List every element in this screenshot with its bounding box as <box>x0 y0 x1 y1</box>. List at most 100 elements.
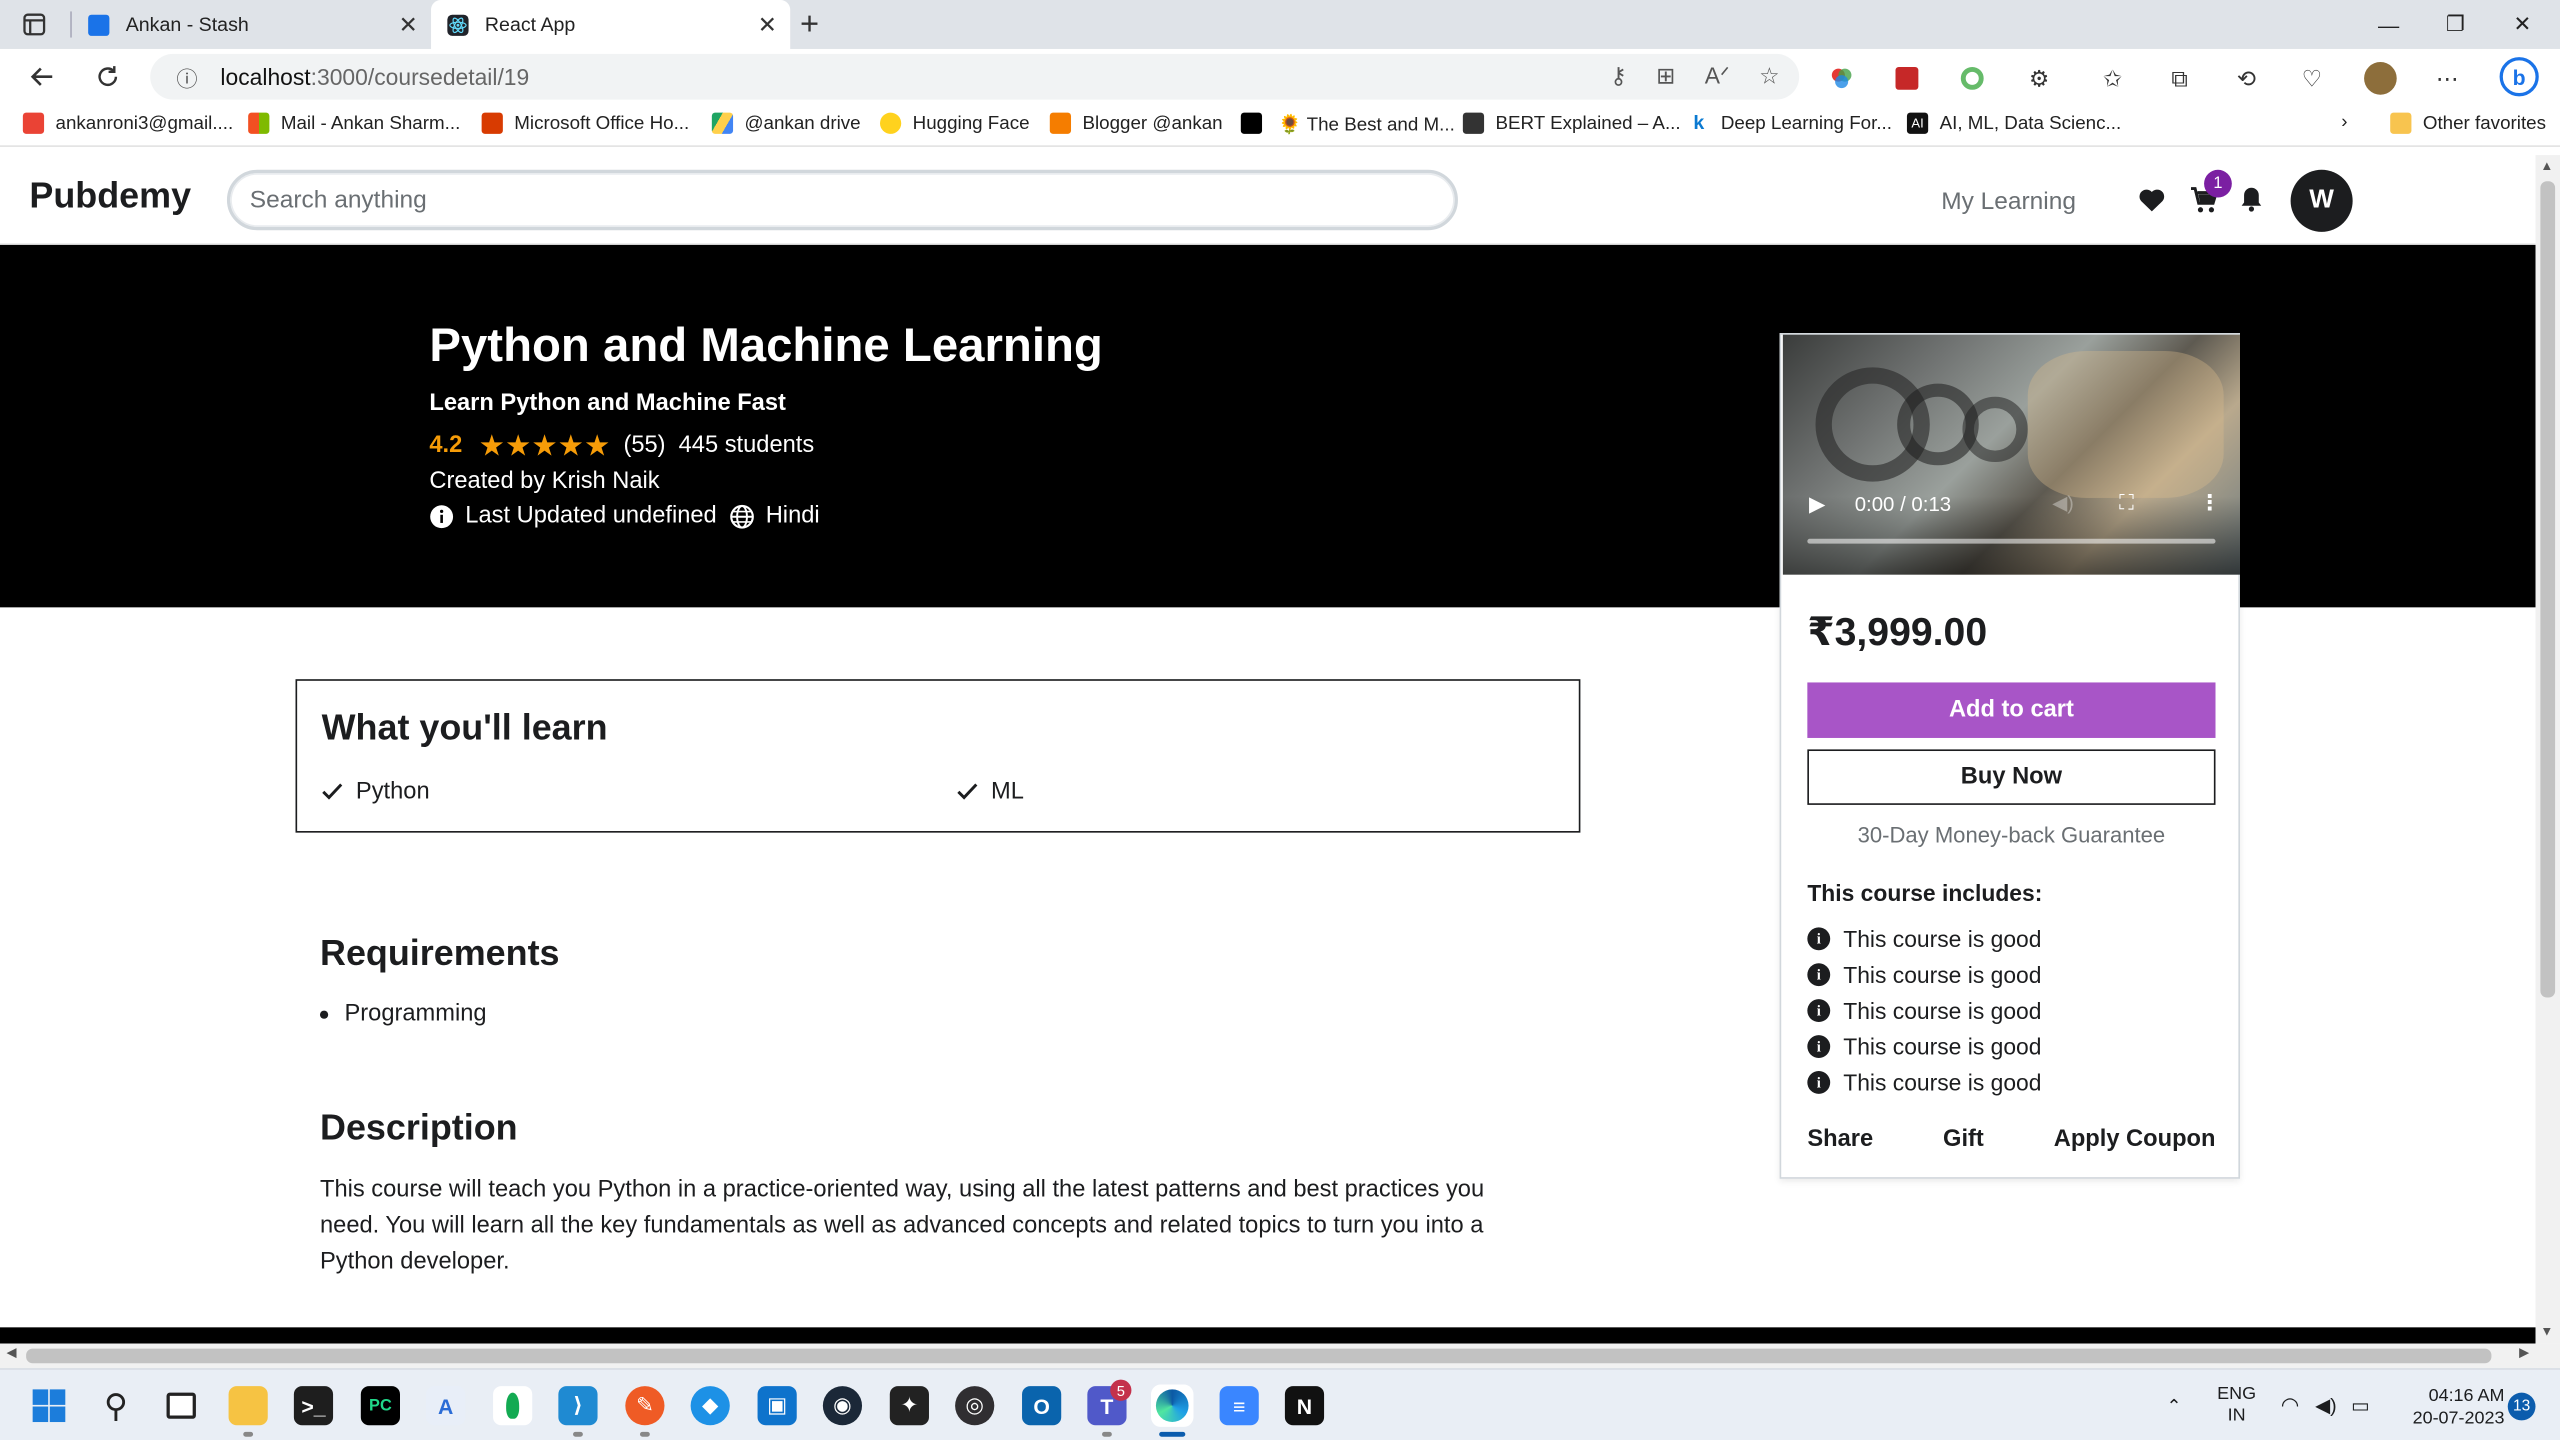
mongodb-icon[interactable] <box>493 1386 533 1426</box>
horizontal-scrollbar[interactable]: ◀ ▶ <box>0 1343 2560 1369</box>
vscode-icon[interactable]: ⟩ <box>558 1386 598 1426</box>
buy-now-button[interactable]: Buy Now <box>1807 749 2216 805</box>
clock[interactable]: 04:16 AM 20-07-2023 <box>2400 1384 2505 1430</box>
language-indicator[interactable]: ENG IN <box>2217 1370 2256 1440</box>
new-tab-icon[interactable]: + <box>800 7 819 45</box>
back-icon[interactable] <box>23 59 62 95</box>
search-icon[interactable]: ⚲ <box>96 1386 135 1425</box>
wifi-icon[interactable]: ◠ <box>2281 1370 2300 1440</box>
collections-icon[interactable]: ⧉ <box>2163 62 2196 95</box>
anaconda-icon[interactable]: A <box>426 1386 466 1426</box>
profile-avatar-icon[interactable] <box>2364 62 2397 95</box>
video-progress-bar[interactable] <box>1807 538 2216 544</box>
search-input[interactable]: Search anything <box>226 169 1458 231</box>
edge-icon[interactable] <box>1151 1384 1194 1427</box>
battery-icon[interactable]: ▭ <box>2351 1370 2370 1440</box>
favorite-ai-ml[interactable]: AI AI, ML, Data Scienc... <box>1906 112 2121 134</box>
info-icon: i <box>1807 1071 1831 1094</box>
close-tab-icon[interactable]: ✕ <box>395 11 421 39</box>
heart-icon[interactable] <box>2136 183 2169 216</box>
favorite-blogger[interactable]: Blogger @ankan <box>1049 112 1223 134</box>
minimize-icon[interactable]: — <box>2351 0 2426 49</box>
read-aloud-icon[interactable]: Aᐟ <box>1705 62 1730 90</box>
scroll-down-icon[interactable]: ▼ <box>2540 1324 2553 1339</box>
close-tab-icon[interactable]: ✕ <box>754 11 780 39</box>
refresh-icon[interactable] <box>88 59 127 95</box>
scroll-right-icon[interactable]: ▶ <box>2519 1345 2529 1360</box>
other-favorites[interactable]: Other favorites <box>2390 112 2546 134</box>
green-extension-icon[interactable] <box>1956 62 1989 95</box>
favorite-gmail[interactable]: ankanroni3@gmail.... <box>22 112 233 134</box>
more-menu-icon[interactable]: ⋯ <box>2431 62 2464 95</box>
terminal-icon[interactable]: >_ <box>293 1386 334 1426</box>
favorites-overflow-chevron-icon[interactable]: › <box>2341 113 2347 133</box>
vertical-scrollbar[interactable]: ▲ ▼ <box>2535 155 2560 1344</box>
site-info-icon[interactable]: ⓘ <box>176 61 197 92</box>
restore-icon[interactable]: ❐ <box>2418 0 2493 49</box>
file-explorer-icon[interactable] <box>228 1386 268 1426</box>
remote-desktop-icon[interactable]: ▣ <box>757 1386 797 1426</box>
favorite-office[interactable]: Microsoft Office Ho... <box>481 112 689 134</box>
volume-icon[interactable]: ◀) <box>2315 1370 2337 1440</box>
favorites-icon[interactable]: ✩ <box>2096 62 2129 95</box>
scrollbar-thumb[interactable] <box>26 1348 2492 1364</box>
site-header: Pubdemy Search anything My Learning 1 W <box>0 155 2536 245</box>
scrollbar-thumb[interactable] <box>2540 181 2556 998</box>
notification-badge[interactable]: 13 <box>2507 1392 2536 1421</box>
url-input[interactable]: ⓘ localhost:3000/coursedetail/19 ⚷ ⊞ Aᐟ … <box>150 53 1800 100</box>
close-window-icon[interactable]: ✕ <box>2485 0 2560 49</box>
favorite-mail[interactable]: Mail - Ankan Sharm... <box>248 112 460 134</box>
obs-icon[interactable]: ◎ <box>955 1386 995 1426</box>
tab-react-app[interactable]: React App ✕ <box>431 0 791 49</box>
favorite-medium[interactable] <box>1240 112 1274 134</box>
favorite-deep-learning[interactable]: k Deep Learning For... <box>1688 112 1892 134</box>
tray-overflow-icon[interactable]: ⌃ <box>2167 1370 2182 1440</box>
bing-copilot-icon[interactable]: b <box>2498 56 2540 98</box>
history-icon[interactable]: ⟲ <box>2230 62 2263 95</box>
favorite-bert[interactable]: BERT Explained – A... <box>1462 112 1681 134</box>
tab-ankan-stash[interactable]: Ankan - Stash ✕ <box>72 0 431 49</box>
pycharm-icon[interactable]: PC <box>360 1386 400 1426</box>
apps-icon[interactable]: ⊞ <box>1656 62 1675 90</box>
notion-icon[interactable]: N <box>1284 1386 1325 1426</box>
add-to-cart-button[interactable]: Add to cart <box>1807 682 2216 738</box>
preview-video[interactable]: ▶ 0:00 / 0:13 ◀) ⛶ ⋮ <box>1782 334 2240 575</box>
my-learning-link[interactable]: My Learning <box>1941 188 2076 216</box>
extensions-icon[interactable]: ⚙ <box>2023 62 2056 95</box>
check-icon <box>957 779 978 805</box>
favorite-star-icon[interactable]: ☆ <box>1759 62 1780 90</box>
tab-actions-icon[interactable] <box>16 10 52 39</box>
performance-icon[interactable]: ♡ <box>2296 62 2329 95</box>
volume-icon[interactable]: ◀) <box>2052 491 2074 514</box>
color-extension-icon[interactable] <box>1825 62 1858 95</box>
steam-icon[interactable]: ◉ <box>822 1386 863 1426</box>
password-key-icon[interactable]: ⚷ <box>1610 62 1627 90</box>
bell-icon[interactable] <box>2235 183 2268 216</box>
red-extension-icon[interactable] <box>1891 62 1924 95</box>
docker-icon[interactable]: ◆ <box>690 1386 730 1426</box>
favorite-drive[interactable]: @ankan drive <box>711 112 861 134</box>
apply-coupon-link[interactable]: Apply Coupon <box>2054 1127 2216 1153</box>
favorite-hugging-face[interactable]: Hugging Face <box>879 112 1030 134</box>
hugging-face-icon <box>879 112 902 134</box>
date: 20-07-2023 <box>2412 1408 2505 1429</box>
gift-link[interactable]: Gift <box>1943 1127 1984 1153</box>
davinci-resolve-icon[interactable]: ✦ <box>889 1386 929 1426</box>
scroll-left-icon[interactable]: ◀ <box>7 1345 17 1360</box>
notepad-icon[interactable]: ≡ <box>1219 1386 1259 1426</box>
url-host: localhost <box>220 63 311 90</box>
favorite-best-and[interactable]: 🌻 The Best and M... <box>1278 113 1454 136</box>
user-avatar[interactable]: W <box>2290 169 2353 232</box>
video-more-icon[interactable]: ⋮ <box>2199 490 2220 516</box>
scroll-up-icon[interactable]: ▲ <box>2540 158 2553 173</box>
postman-icon[interactable]: ✎ <box>625 1386 665 1426</box>
medium-icon <box>1240 112 1263 134</box>
play-icon[interactable]: ▶ <box>1809 491 1825 517</box>
fullscreen-icon[interactable]: ⛶ <box>2119 490 2134 516</box>
purchase-card: ▶ 0:00 / 0:13 ◀) ⛶ ⋮ ₹3,999.00 Add to ca… <box>1779 333 2240 1179</box>
windows-start-icon[interactable] <box>29 1386 68 1425</box>
outlook-icon[interactable]: O <box>1022 1386 1062 1426</box>
brand-logo[interactable]: Pubdemy <box>29 175 191 217</box>
share-link[interactable]: Share <box>1807 1127 1873 1153</box>
task-view-icon[interactable] <box>162 1386 201 1425</box>
